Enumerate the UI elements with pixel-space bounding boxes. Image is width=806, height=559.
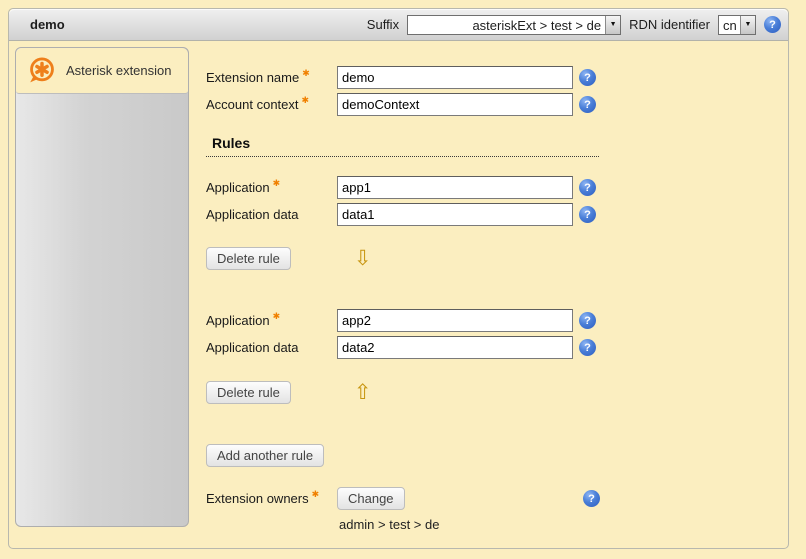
title-bar-controls: Suffix asteriskExt > test > de ▼ RDN ide…: [367, 15, 788, 35]
rule2-actions-row: Delete rule ⇧: [206, 381, 371, 404]
required-marker-icon: ✱: [273, 311, 281, 321]
rule2-application-input[interactable]: [337, 309, 573, 332]
required-marker-icon: ✱: [312, 489, 320, 499]
rule1-application-row: Application✱ ?: [206, 176, 596, 199]
help-icon[interactable]: ?: [579, 312, 596, 329]
rules-section-header: Rules: [206, 135, 599, 157]
application-label: Application✱: [206, 313, 337, 328]
help-icon[interactable]: ?: [579, 206, 596, 223]
rdn-select-value: cn: [719, 16, 740, 34]
delete-rule-button[interactable]: Delete rule: [206, 381, 291, 404]
application-data-label: Application data: [206, 207, 337, 222]
title-bar: demo Suffix asteriskExt > test > de ▼ RD…: [9, 9, 788, 41]
tab-asterisk-extension[interactable]: Asterisk extension: [16, 48, 188, 94]
required-marker-icon: ✱: [302, 95, 310, 105]
account-context-input[interactable]: [337, 93, 573, 116]
rule1-application-data-input[interactable]: [337, 203, 573, 226]
tab-label: Asterisk extension: [66, 63, 172, 78]
help-icon[interactable]: ?: [764, 16, 781, 33]
help-icon[interactable]: ?: [579, 339, 596, 356]
add-rule-row: Add another rule: [206, 444, 324, 467]
rule1-actions-row: Delete rule ⇩: [206, 247, 371, 270]
rule2-application-data-input[interactable]: [337, 336, 573, 359]
rdn-identifier-label: RDN identifier: [629, 17, 710, 32]
rule1-application-input[interactable]: [337, 176, 573, 199]
rdn-identifier-select[interactable]: cn ▼: [718, 15, 756, 35]
help-icon[interactable]: ?: [579, 179, 596, 196]
extension-owners-row: Extension owners✱ Change ?: [206, 487, 600, 510]
extension-name-row: Extension name✱ ?: [206, 66, 596, 89]
suffix-select-value: asteriskExt > test > de: [408, 16, 605, 34]
move-down-arrow-icon[interactable]: ⇩: [354, 249, 372, 269]
extension-name-label: Extension name✱: [206, 70, 337, 85]
extension-name-input[interactable]: [337, 66, 573, 89]
rules-heading: Rules: [212, 135, 599, 151]
move-up-arrow-icon[interactable]: ⇧: [354, 383, 372, 403]
rule2-application-row: Application✱ ?: [206, 309, 596, 332]
account-context-row: Account context✱ ?: [206, 93, 596, 116]
asterisk-logo-icon: [27, 57, 57, 84]
application-data-label: Application data: [206, 340, 337, 355]
module-sidebar: Asterisk extension: [15, 47, 189, 527]
suffix-select[interactable]: asteriskExt > test > de ▼: [407, 15, 621, 35]
account-context-label: Account context✱: [206, 97, 337, 112]
chevron-down-icon[interactable]: ▼: [740, 16, 755, 34]
add-another-rule-button[interactable]: Add another rule: [206, 444, 324, 467]
change-owners-button[interactable]: Change: [337, 487, 405, 510]
page-title: demo: [9, 17, 65, 32]
application-label: Application✱: [206, 180, 337, 195]
required-marker-icon: ✱: [302, 68, 310, 78]
suffix-label: Suffix: [367, 17, 399, 32]
account-edit-window: demo Suffix asteriskExt > test > de ▼ RD…: [8, 8, 789, 549]
help-icon[interactable]: ?: [583, 490, 600, 507]
help-icon[interactable]: ?: [579, 69, 596, 86]
extension-owners-value: admin > test > de: [339, 517, 439, 532]
delete-rule-button[interactable]: Delete rule: [206, 247, 291, 270]
rule1-application-data-row: Application data ?: [206, 203, 596, 226]
extension-owners-label: Extension owners✱: [206, 491, 337, 506]
chevron-down-icon[interactable]: ▼: [605, 16, 620, 34]
help-icon[interactable]: ?: [579, 96, 596, 113]
required-marker-icon: ✱: [273, 178, 281, 188]
rule2-application-data-row: Application data ?: [206, 336, 596, 359]
